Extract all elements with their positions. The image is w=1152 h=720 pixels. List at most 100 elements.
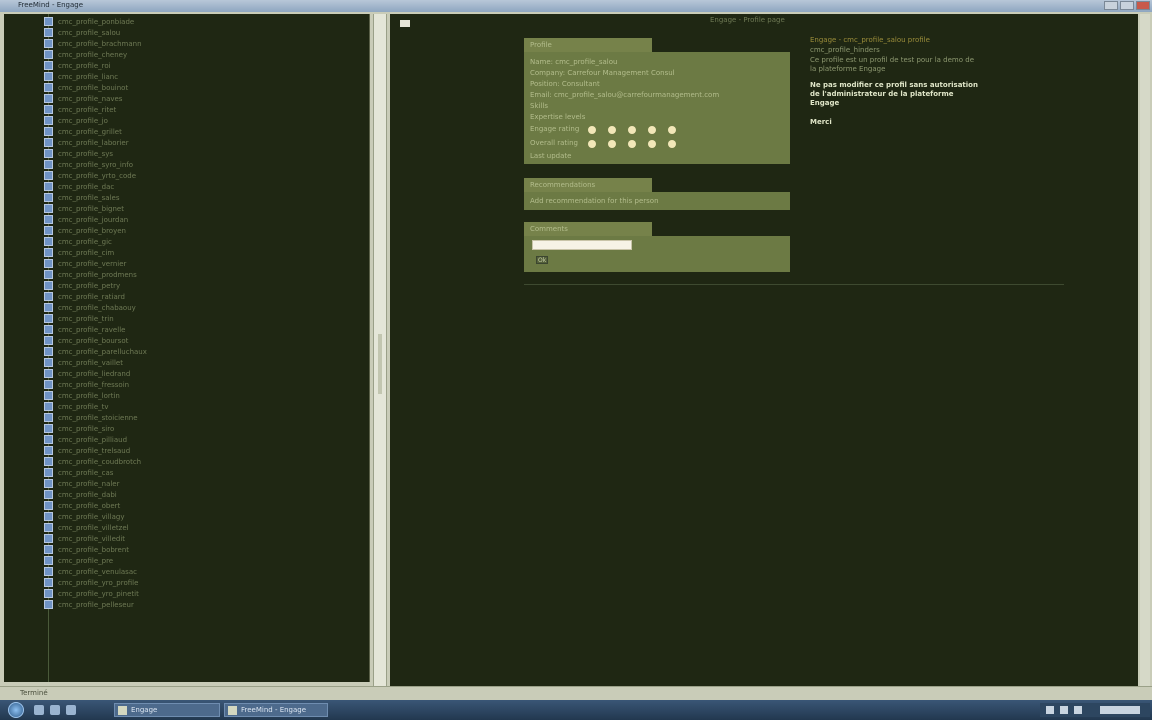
show-desktop-icon[interactable]: [34, 705, 44, 715]
node-icon: [44, 17, 53, 26]
ok-button[interactable]: Ok: [536, 256, 548, 264]
tree-item[interactable]: cmc_profile_cas: [44, 467, 113, 478]
comments-tab[interactable]: Comments: [524, 222, 652, 236]
star-icon[interactable]: [648, 140, 656, 148]
tree-item[interactable]: cmc_profile_siro: [44, 423, 114, 434]
tree-item[interactable]: cmc_profile_villetzel: [44, 522, 129, 533]
taskbar-item-label: Engage: [131, 706, 158, 714]
recommendation-link[interactable]: Add recommendation for this person: [530, 197, 659, 205]
tree-item[interactable]: cmc_profile_naves: [44, 93, 122, 104]
tree-item[interactable]: cmc_profile_broyen: [44, 225, 126, 236]
tree-item[interactable]: cmc_profile_bignet: [44, 203, 124, 214]
tree-item-label: cmc_profile_pilliaud: [58, 435, 128, 444]
notification-icon[interactable]: [1074, 706, 1082, 714]
media-icon[interactable]: [66, 705, 76, 715]
star-icon[interactable]: [648, 126, 656, 134]
tree-item[interactable]: cmc_profile_sales: [44, 192, 119, 203]
tree-item[interactable]: cmc_profile_roi: [44, 60, 111, 71]
tree-item[interactable]: cmc_profile_bouinot: [44, 82, 128, 93]
star-icon[interactable]: [588, 140, 596, 148]
tree-item-label: cmc_profile_prodmens: [58, 270, 137, 279]
star-icon[interactable]: [668, 126, 676, 134]
tree-item[interactable]: cmc_profile_parelluchaux: [44, 346, 147, 357]
tree-item[interactable]: cmc_profile_petry: [44, 280, 120, 291]
tree-item[interactable]: cmc_profile_jourdan: [44, 214, 128, 225]
tree-item[interactable]: cmc_profile_yrto_code: [44, 170, 136, 181]
tree-item[interactable]: cmc_profile_pelleseur: [44, 599, 134, 610]
tree-item[interactable]: cmc_profile_liedrand: [44, 368, 130, 379]
comment-input[interactable]: [532, 240, 632, 250]
tree-item[interactable]: cmc_profile_yro_pinetit: [44, 588, 139, 599]
tree-item[interactable]: cmc_profile_villedit: [44, 533, 125, 544]
taskbar-item-freemind[interactable]: FreeMind - Engage: [224, 703, 328, 717]
tree-item-label: cmc_profile_brachmann: [58, 39, 142, 48]
tree-item[interactable]: cmc_profile_ritet: [44, 104, 116, 115]
tree-item[interactable]: cmc_profile_salou: [44, 27, 120, 38]
splitter-grip[interactable]: [378, 334, 382, 394]
tree-item[interactable]: cmc_profile_gic: [44, 236, 112, 247]
tree-item[interactable]: cmc_profile_lianc: [44, 71, 118, 82]
network-icon[interactable]: [1046, 706, 1054, 714]
tree-item[interactable]: cmc_profile_dabi: [44, 489, 117, 500]
detail-panel[interactable]: Engage - Profile page Profile Name: cmc_…: [390, 14, 1138, 686]
profile-tab[interactable]: Profile: [524, 38, 652, 52]
star-icon[interactable]: [628, 126, 636, 134]
tree-item[interactable]: cmc_profile_lortin: [44, 390, 120, 401]
tree-item[interactable]: cmc_profile_bobrent: [44, 544, 129, 555]
tree-item[interactable]: cmc_profile_ravelle: [44, 324, 125, 335]
tree-item[interactable]: cmc_profile_jo: [44, 115, 108, 126]
tree-item[interactable]: cmc_profile_stoicienne: [44, 412, 138, 423]
tree-item[interactable]: cmc_profile_ratiard: [44, 291, 125, 302]
tree-item[interactable]: cmc_profile_prodmens: [44, 269, 137, 280]
tree-item[interactable]: cmc_profile_boursot: [44, 335, 128, 346]
tree-item[interactable]: cmc_profile_dac: [44, 181, 114, 192]
volume-icon[interactable]: [1060, 706, 1068, 714]
tree-item[interactable]: cmc_profile_grillet: [44, 126, 122, 137]
tree-item[interactable]: cmc_profile_laborier: [44, 137, 129, 148]
maximize-button[interactable]: [1120, 1, 1134, 10]
status-bar: Terminé: [0, 686, 1152, 700]
start-button[interactable]: [8, 702, 24, 718]
vertical-scrollbar[interactable]: [1140, 14, 1150, 686]
tree-item-label: cmc_profile_pre: [58, 556, 114, 565]
tree-item[interactable]: cmc_profile_sys: [44, 148, 113, 159]
pane-splitter[interactable]: [373, 14, 387, 686]
tree-item[interactable]: cmc_profile_obert: [44, 500, 120, 511]
tree-item[interactable]: cmc_profile_brachmann: [44, 38, 142, 49]
tree-item[interactable]: cmc_profile_venulasac: [44, 566, 137, 577]
tree-item[interactable]: cmc_profile_cheney: [44, 49, 127, 60]
tree-item[interactable]: cmc_profile_vaillet: [44, 357, 123, 368]
tree-panel[interactable]: cmc_profile_ponbiade cmc_profile_salou cmc…: [4, 14, 370, 682]
tree-item[interactable]: cmc_profile_villagy: [44, 511, 124, 522]
tree-item[interactable]: cmc_profile_trelsaud: [44, 445, 130, 456]
minimize-button[interactable]: [1104, 1, 1118, 10]
tree-item[interactable]: cmc_profile_pre: [44, 555, 113, 566]
tree-item[interactable]: cmc_profile_vernier: [44, 258, 126, 269]
clock-icon[interactable]: [1100, 706, 1140, 714]
browser-icon[interactable]: [50, 705, 60, 715]
taskbar-item-engage[interactable]: Engage: [114, 703, 220, 717]
star-icon[interactable]: [608, 140, 616, 148]
tree-item[interactable]: cmc_profile_tv: [44, 401, 109, 412]
tree-item[interactable]: cmc_profile_trin: [44, 313, 114, 324]
star-icon[interactable]: [588, 126, 596, 134]
tree-item[interactable]: cmc_profile_yro_profile: [44, 577, 138, 588]
tree-item[interactable]: cmc_profile_naler: [44, 478, 119, 489]
tree-item[interactable]: cmc_profile_syro_info: [44, 159, 133, 170]
tree-item[interactable]: cmc_profile_coudbrotch: [44, 456, 141, 467]
rating-stars-row-2[interactable]: [588, 140, 676, 148]
tree-item-label: cmc_profile_yrto_code: [58, 171, 137, 180]
tree-item[interactable]: cmc_profile_fressoin: [44, 379, 129, 390]
tree-item[interactable]: cmc_profile_chabaouy: [44, 302, 136, 313]
tree-item[interactable]: cmc_profile_pilliaud: [44, 434, 127, 445]
tree-item[interactable]: cmc_profile_cim: [44, 247, 114, 258]
tree-item[interactable]: cmc_profile_ponbiade: [44, 16, 134, 27]
star-icon[interactable]: [608, 126, 616, 134]
recommendations-tab[interactable]: Recommendations: [524, 178, 652, 192]
close-button[interactable]: [1136, 1, 1150, 10]
node-icon: [44, 215, 53, 224]
star-icon[interactable]: [668, 140, 676, 148]
rating-stars-row-1[interactable]: [588, 126, 676, 134]
sidebar-warning: Ne pas modifier ce profil sans autorisat…: [810, 81, 978, 89]
star-icon[interactable]: [628, 140, 636, 148]
